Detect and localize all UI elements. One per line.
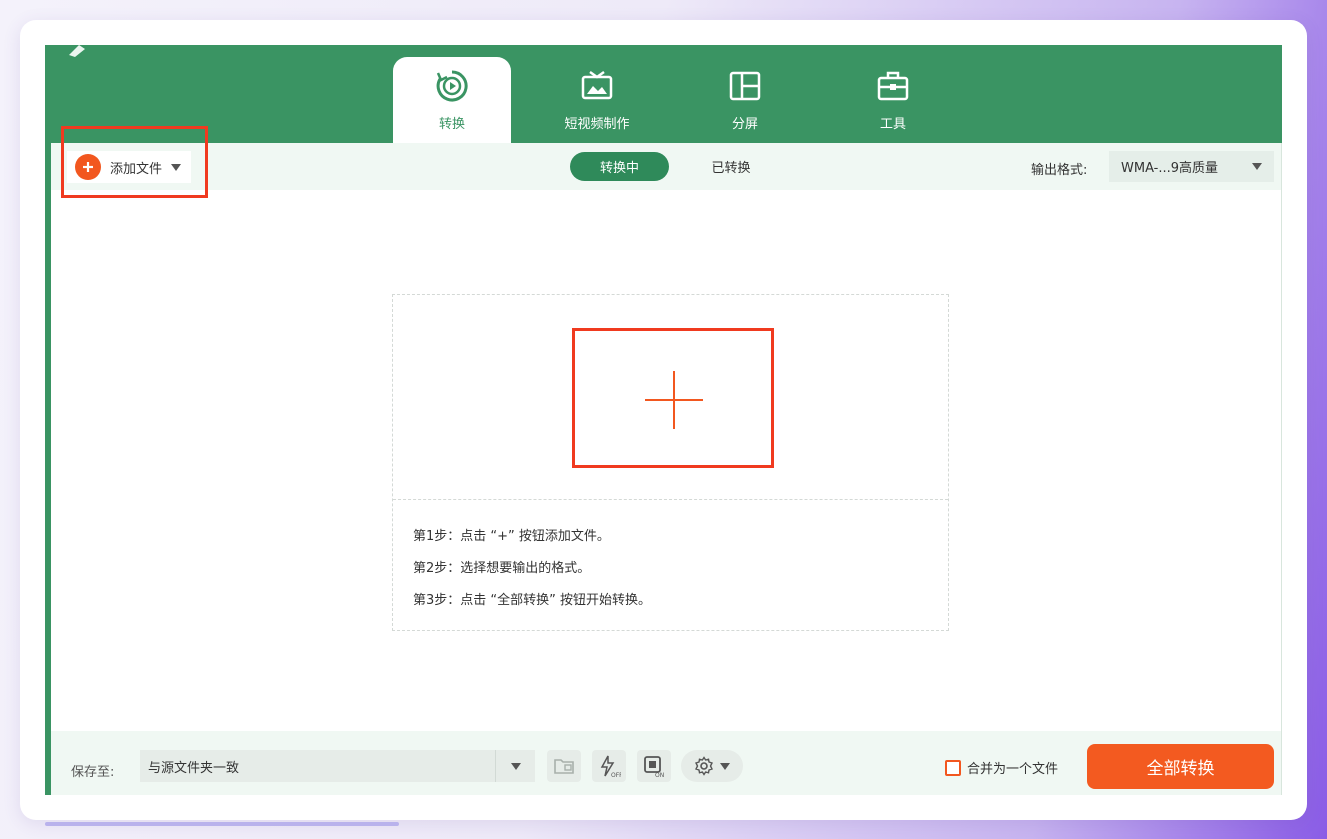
drop-zone-divider xyxy=(393,499,948,500)
convert-icon xyxy=(435,69,469,103)
chevron-down-icon xyxy=(1252,163,1262,170)
left-edge-bar xyxy=(45,143,51,795)
chevron-down-icon xyxy=(720,762,730,770)
convert-all-button[interactable]: 全部转换 xyxy=(1087,744,1274,789)
add-circle-icon xyxy=(75,154,101,180)
tab-toolbox-label: 工具 xyxy=(879,117,906,132)
save-to-label: 保存至: xyxy=(71,765,115,780)
gpu-on-icon: ON xyxy=(644,756,664,778)
open-folder-button[interactable] xyxy=(547,750,581,782)
toolbox-icon xyxy=(876,69,910,103)
add-file-plus-button[interactable] xyxy=(645,371,705,431)
svg-text:ON: ON xyxy=(655,772,664,778)
checkbox-box[interactable] xyxy=(945,759,961,776)
save-path-value: 与源文件夹一致 xyxy=(148,760,240,776)
add-file-button[interactable]: 添加文件 xyxy=(67,151,192,183)
step-3-text: 第3步：点击 “全部转换” 按钮开始转换。 xyxy=(413,593,652,608)
svg-text:OFF: OFF xyxy=(611,772,621,778)
bottom-bar: 保存至: 与源文件夹一致 OFF ON 合并为一个文件 全部转换 xyxy=(51,731,1281,795)
chevron-down-icon[interactable] xyxy=(171,163,182,171)
step-2-text: 第2步：选择想要输出的格式。 xyxy=(413,561,591,576)
gear-icon xyxy=(695,756,713,776)
step-1-text: 第1步：点击 “+” 按钮添加文件。 xyxy=(413,529,610,544)
gpu-on-button[interactable]: ON xyxy=(637,750,671,782)
app-logo-icon xyxy=(69,45,85,57)
output-format-value: WMA-...9高质量 xyxy=(1121,161,1219,176)
tab-toolbox[interactable]: 工具 xyxy=(834,57,952,143)
tab-split-screen-label: 分屏 xyxy=(731,117,758,132)
video-maker-icon xyxy=(580,69,614,103)
tab-convert[interactable]: 转换 xyxy=(393,57,511,143)
tab-converting[interactable]: 转换中 xyxy=(570,152,669,181)
save-path-dropdown[interactable] xyxy=(495,750,535,782)
tab-split-screen[interactable]: 分屏 xyxy=(686,57,804,143)
bottom-accent-line xyxy=(45,822,399,826)
plus-icon-vertical xyxy=(673,371,675,429)
folder-icon xyxy=(554,759,574,774)
tab-video-maker-label: 短视频制作 xyxy=(564,117,630,132)
merge-files-checkbox[interactable]: 合并为一个文件 xyxy=(945,758,1058,777)
settings-button[interactable] xyxy=(681,750,743,782)
output-format-select[interactable]: WMA-...9高质量 xyxy=(1109,151,1274,182)
add-file-label: 添加文件 xyxy=(110,161,163,177)
split-screen-icon xyxy=(728,69,762,103)
header-bar: 转换 短视频制作 分屏 工具 xyxy=(45,45,1282,143)
chevron-down-icon xyxy=(510,762,521,770)
right-edge-line xyxy=(1281,143,1282,795)
merge-files-label: 合并为一个文件 xyxy=(967,762,1059,777)
output-format-label: 输出格式: xyxy=(1031,163,1088,178)
tab-video-maker[interactable]: 短视频制作 xyxy=(538,57,656,143)
lightning-off-icon: OFF xyxy=(600,755,621,778)
tab-convert-label: 转换 xyxy=(438,117,465,132)
file-drop-zone[interactable]: 第1步：点击 “+” 按钮添加文件。 第2步：选择想要输出的格式。 第3步：点击… xyxy=(392,294,949,631)
app-window: 转换 短视频制作 分屏 工具 添加文件 转换中 已转换 输出格式: WMA-..… xyxy=(45,45,1282,795)
tab-converted[interactable]: 已转换 xyxy=(691,152,771,181)
save-path-field[interactable]: 与源文件夹一致 xyxy=(140,750,534,782)
hardware-accel-off-button[interactable]: OFF xyxy=(592,750,626,782)
toolbar: 添加文件 转换中 已转换 输出格式: WMA-...9高质量 xyxy=(51,143,1281,190)
